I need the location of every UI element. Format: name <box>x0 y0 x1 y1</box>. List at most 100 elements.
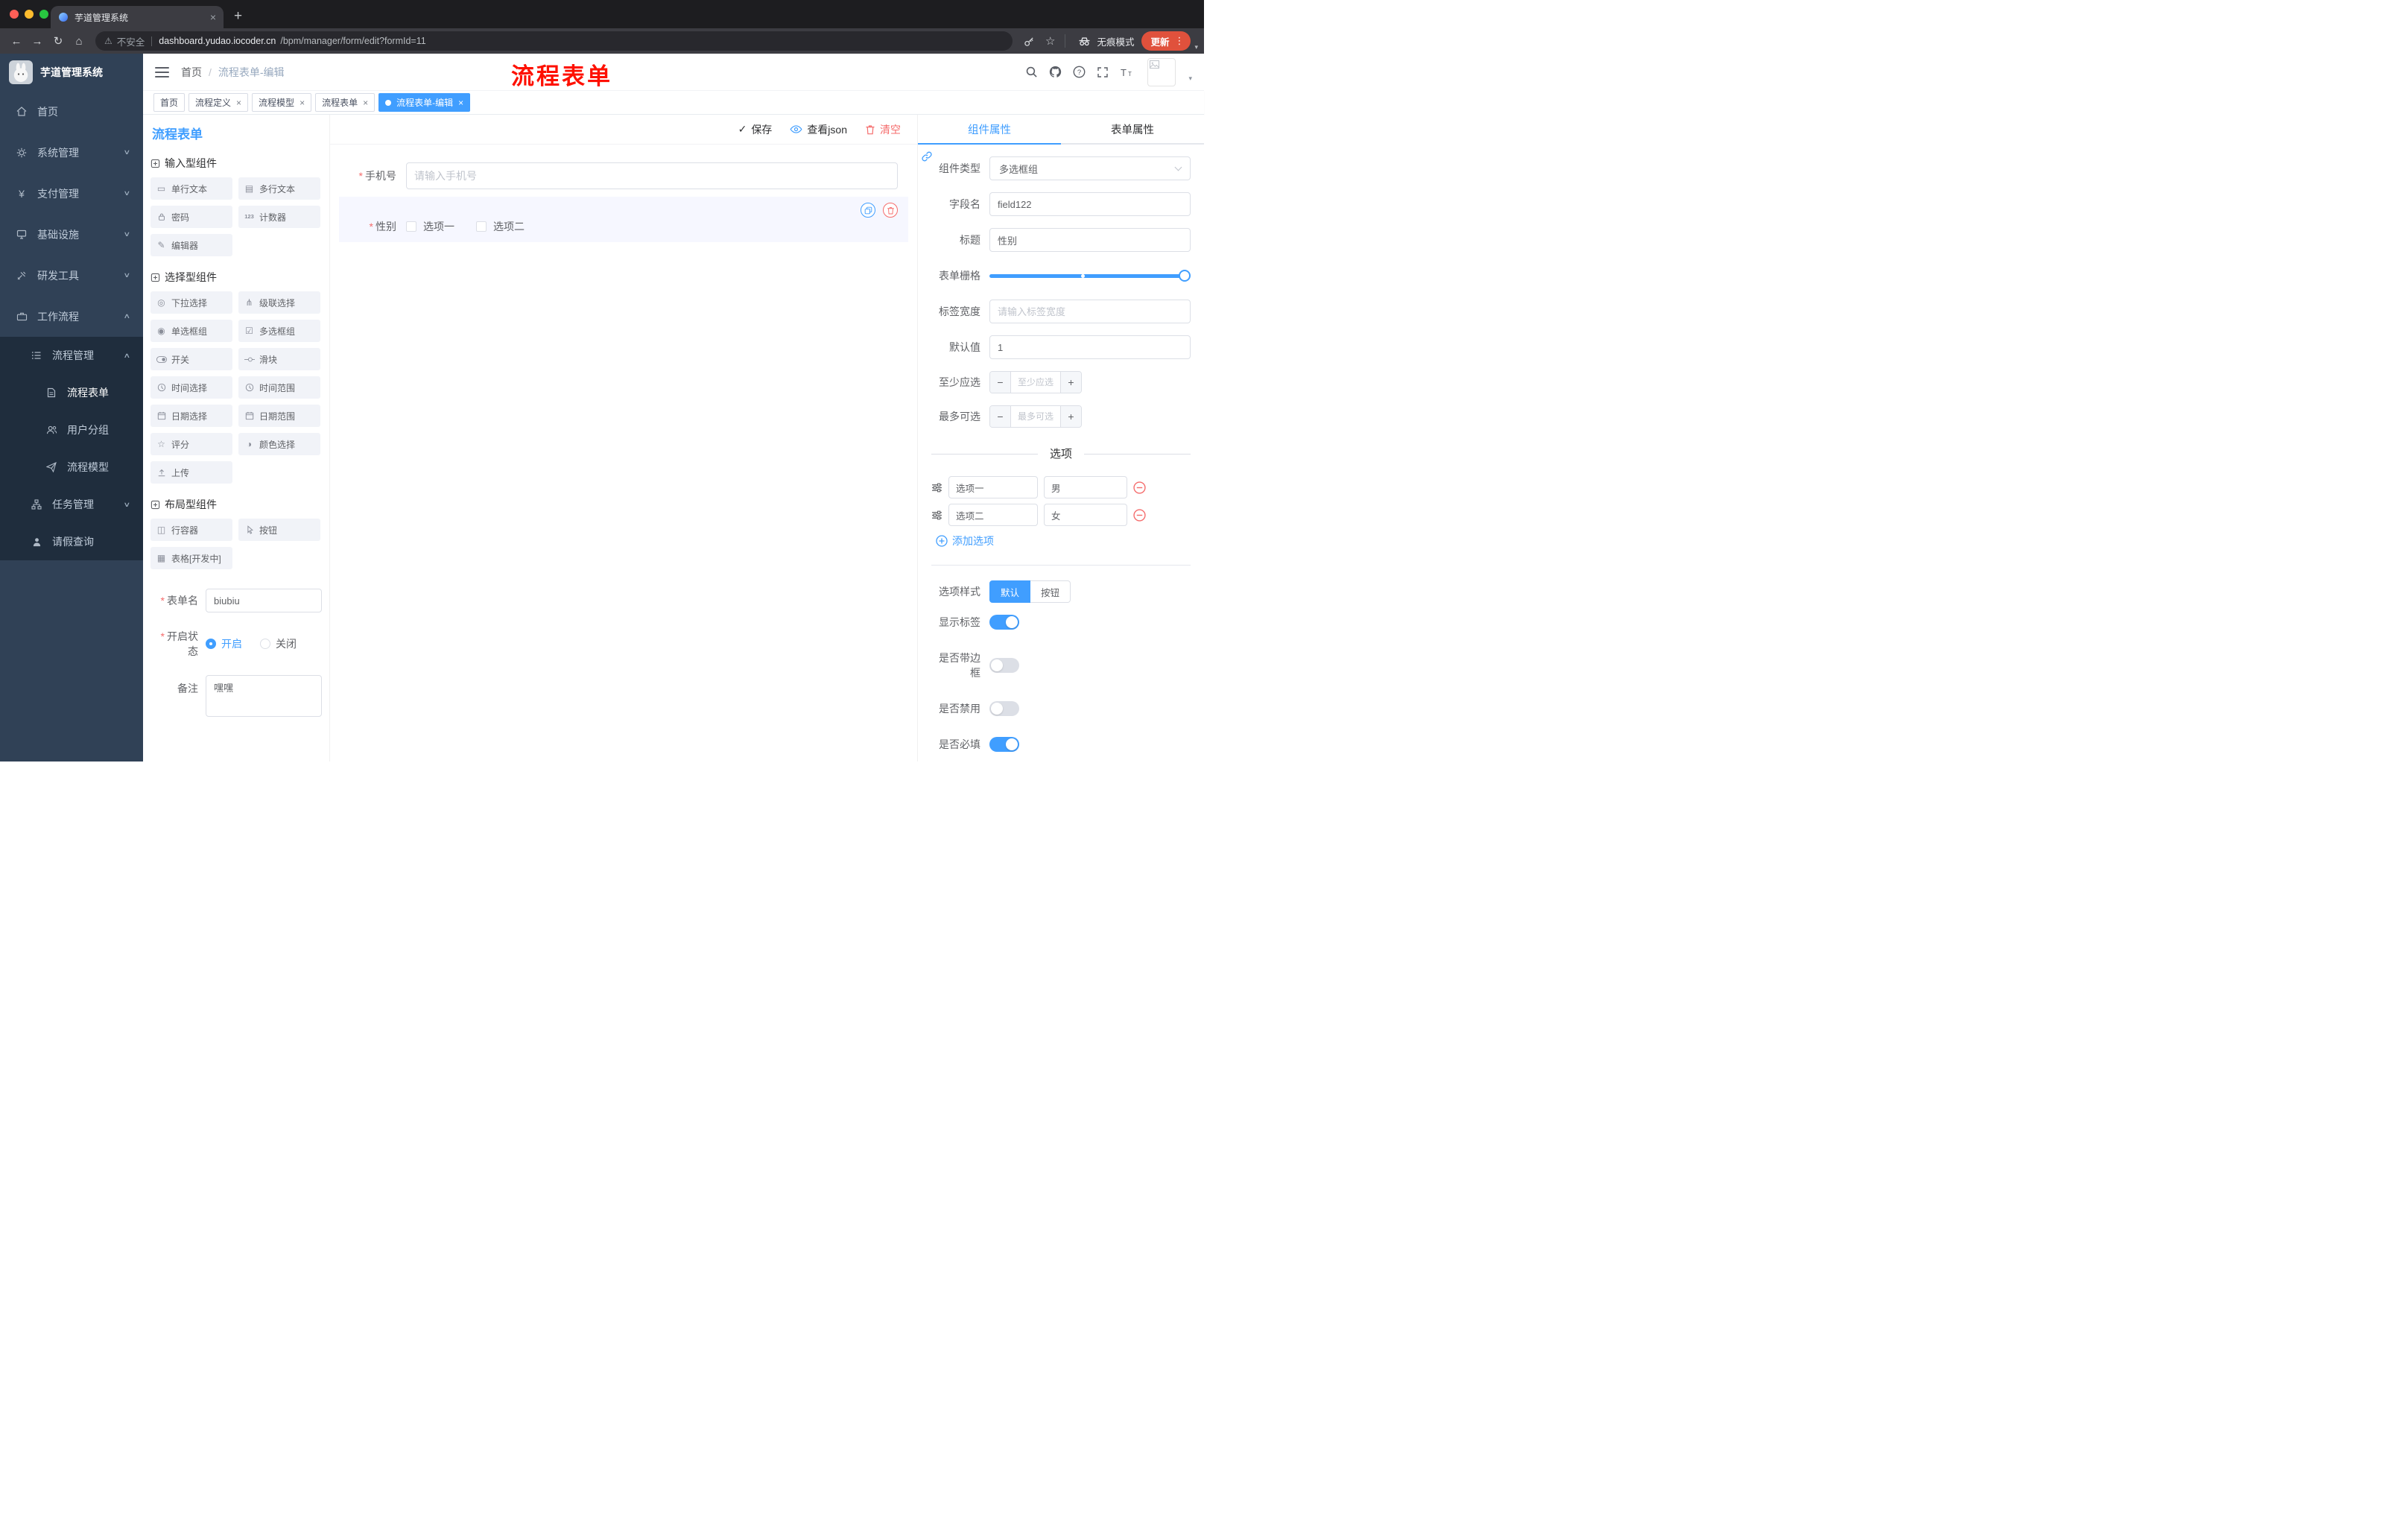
sidebar-item-process-form[interactable]: 流程表单 <box>0 374 143 411</box>
sidebar-item-infrastructure[interactable]: 基础设施 ∨ <box>0 214 143 255</box>
palette-item-time-range[interactable]: 时间范围 <box>238 376 320 399</box>
canvas-field-gender[interactable]: * 性别 选项一 选项二 <box>339 197 908 242</box>
tab-component-props[interactable]: 组件属性 <box>918 115 1061 145</box>
tag-process-definition[interactable]: 流程定义 × <box>188 93 249 112</box>
required-switch[interactable] <box>989 737 1019 752</box>
checkbox-icon[interactable] <box>476 221 487 232</box>
option-style-default-button[interactable]: 默认 <box>989 580 1031 603</box>
option-label-input[interactable] <box>948 504 1038 526</box>
avatar-caret-icon[interactable]: ▾ <box>1188 75 1192 86</box>
form-remark-textarea[interactable]: 嘿嘿 <box>206 675 322 717</box>
label-width-input[interactable] <box>989 300 1191 323</box>
tab-close-icon[interactable]: × <box>210 11 216 23</box>
option-style-button-button[interactable]: 按钮 <box>1030 580 1071 603</box>
back-button[interactable]: ← <box>6 35 27 48</box>
sidebar-item-leave-query[interactable]: 请假查询 <box>0 523 143 560</box>
border-switch[interactable] <box>989 658 1019 673</box>
form-name-input[interactable] <box>206 589 322 612</box>
palette-item-radio-group[interactable]: ◉ 单选框组 <box>150 320 232 342</box>
checkbox-icon[interactable] <box>406 221 416 232</box>
palette-item-password[interactable]: 密码 <box>150 206 232 228</box>
view-json-button[interactable]: 查看json <box>790 122 847 137</box>
remove-option-icon[interactable] <box>1133 481 1146 494</box>
palette-item-time-picker[interactable]: 时间选择 <box>150 376 232 399</box>
palette-item-upload[interactable]: 上传 <box>150 461 232 484</box>
palette-item-multi-line-text[interactable]: ▤ 多行文本 <box>238 177 320 200</box>
avatar[interactable] <box>1147 57 1176 86</box>
sidebar-logo-row[interactable]: 芋道管理系统 <box>0 54 143 91</box>
remove-option-icon[interactable] <box>1133 508 1146 522</box>
close-icon[interactable]: × <box>236 98 241 108</box>
bookmark-star-icon[interactable]: ☆ <box>1045 34 1055 48</box>
forward-button[interactable]: → <box>27 35 48 48</box>
maximize-window-button[interactable] <box>39 10 48 19</box>
decrease-button[interactable]: − <box>990 406 1011 427</box>
save-button[interactable]: ✓ 保存 <box>738 122 773 137</box>
clear-button[interactable]: 清空 <box>865 122 901 137</box>
max-select-input[interactable] <box>1011 406 1060 427</box>
help-icon[interactable]: ? <box>1073 66 1086 78</box>
palette-item-switch[interactable]: 开关 <box>150 348 232 370</box>
palette-item-select[interactable]: ◎ 下拉选择 <box>150 291 232 314</box>
toolbar-chevron-icon[interactable]: ▾ <box>1194 43 1198 54</box>
form-grid-slider[interactable] <box>989 264 1191 288</box>
copy-field-button[interactable] <box>861 203 875 218</box>
close-icon[interactable]: × <box>363 98 368 108</box>
close-icon[interactable]: × <box>458 98 463 108</box>
min-select-input[interactable] <box>1011 372 1060 393</box>
update-button[interactable]: 更新 ⋮ <box>1141 31 1191 51</box>
sidebar-item-process-management[interactable]: 流程管理 ∧ <box>0 337 143 374</box>
title-input[interactable] <box>989 228 1191 252</box>
option-value-input[interactable] <box>1044 476 1127 498</box>
palette-item-cascader[interactable]: ⋔ 级联选择 <box>238 291 320 314</box>
browser-menu-icon[interactable]: ⋮ <box>1171 35 1187 47</box>
sidebar-item-task-management[interactable]: 任务管理 ∨ <box>0 486 143 523</box>
canvas-field-phone[interactable]: * 手机号 <box>339 162 908 189</box>
show-label-switch[interactable] <box>989 615 1019 630</box>
palette-item-button[interactable]: 按钮 <box>238 519 320 541</box>
search-icon[interactable] <box>1025 66 1038 78</box>
palette-item-single-line-text[interactable]: ▭ 单行文本 <box>150 177 232 200</box>
drag-handle-icon[interactable] <box>931 482 942 493</box>
new-tab-button[interactable]: + <box>234 8 242 25</box>
sidebar-item-system-management[interactable]: 系统管理 ∨ <box>0 132 143 173</box>
default-value-input[interactable] <box>989 335 1191 359</box>
home-button[interactable]: ⌂ <box>69 35 89 48</box>
tag-process-form[interactable]: 流程表单 × <box>315 93 376 112</box>
address-bar[interactable]: ⚠ 不安全 dashboard.yudao.iocoder.cn/bpm/man… <box>95 31 1013 51</box>
palette-item-rate[interactable]: ☆ 评分 <box>150 433 232 455</box>
close-icon[interactable]: × <box>300 98 305 108</box>
sidebar-item-home[interactable]: 首页 <box>0 91 143 132</box>
sidebar-item-user-group[interactable]: 用户分组 <box>0 411 143 449</box>
minimize-window-button[interactable] <box>25 10 34 19</box>
tab-form-props[interactable]: 表单属性 <box>1061 115 1204 143</box>
breadcrumb-home[interactable]: 首页 <box>181 65 202 80</box>
hamburger-icon[interactable] <box>155 66 169 77</box>
sidebar-item-workflow[interactable]: 工作流程 ∧ <box>0 296 143 337</box>
github-icon[interactable] <box>1049 66 1062 78</box>
palette-item-table[interactable]: ▦ 表格[开发中] <box>150 547 232 569</box>
palette-item-date-picker[interactable]: 日期选择 <box>150 405 232 427</box>
palette-item-checkbox-group[interactable]: ☑ 多选框组 <box>238 320 320 342</box>
status-on-radio[interactable]: 开启 <box>206 636 242 651</box>
browser-tab[interactable]: 芋道管理系统 × <box>51 6 224 28</box>
font-size-icon[interactable]: TT <box>1120 67 1133 77</box>
sidebar-item-payment-management[interactable]: ¥ 支付管理 ∨ <box>0 173 143 214</box>
sidebar-item-dev-tools[interactable]: 研发工具 ∨ <box>0 255 143 296</box>
palette-item-counter[interactable]: 123 计数器 <box>238 206 320 228</box>
palette-item-slider[interactable]: 滑块 <box>238 348 320 370</box>
palette-item-editor[interactable]: ✎ 编辑器 <box>150 234 232 256</box>
component-type-select[interactable]: 多选框组 <box>989 156 1191 180</box>
gender-option-2[interactable]: 选项二 <box>476 219 525 234</box>
delete-field-button[interactable] <box>883 203 898 218</box>
slider-handle[interactable] <box>1179 270 1191 282</box>
sidebar-item-process-model[interactable]: 流程模型 <box>0 449 143 486</box>
increase-button[interactable]: + <box>1060 372 1081 393</box>
phone-input[interactable] <box>406 162 898 189</box>
option-value-input[interactable] <box>1044 504 1127 526</box>
status-off-radio[interactable]: 关闭 <box>260 636 297 651</box>
disabled-switch[interactable] <box>989 701 1019 716</box>
reload-button[interactable]: ↻ <box>48 34 69 48</box>
tag-process-model[interactable]: 流程模型 × <box>252 93 312 112</box>
palette-item-row-container[interactable]: ◫ 行容器 <box>150 519 232 541</box>
